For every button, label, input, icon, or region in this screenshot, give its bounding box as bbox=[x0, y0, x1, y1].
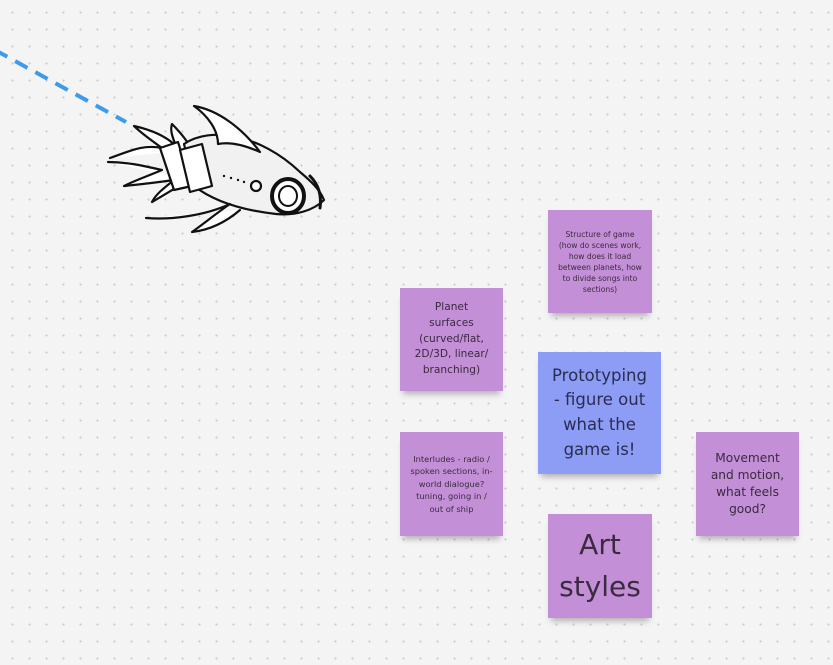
sticky-note-structure-of-game[interactable]: Structure of game (how do scenes work, h… bbox=[548, 210, 652, 313]
sticky-note-art-styles[interactable]: Art styles bbox=[548, 514, 652, 618]
sticky-note-interludes[interactable]: Interludes - radio / spoken sections, in… bbox=[400, 432, 503, 536]
whiteboard-canvas[interactable]: Structure of game (how do scenes work, h… bbox=[0, 0, 833, 665]
sticky-note-text: Art styles bbox=[559, 528, 641, 603]
sticky-note-text: Prototyping - figure out what the game i… bbox=[552, 365, 647, 459]
sticky-note-planet-surfaces[interactable]: Planet surfaces (curved/flat, 2D/3D, lin… bbox=[400, 288, 503, 391]
sticky-note-text: Planet surfaces (curved/flat, 2D/3D, lin… bbox=[414, 300, 489, 377]
rocket-icon[interactable] bbox=[100, 90, 330, 240]
sticky-note-movement[interactable]: Movement and motion, what feels good? bbox=[696, 432, 799, 536]
sticky-note-prototyping[interactable]: Prototyping - figure out what the game i… bbox=[538, 352, 661, 474]
sticky-note-text: Interludes - radio / spoken sections, in… bbox=[410, 453, 493, 514]
sticky-note-text: Movement and motion, what feels good? bbox=[710, 450, 785, 517]
sticky-note-text: Structure of game (how do scenes work, h… bbox=[558, 229, 642, 294]
